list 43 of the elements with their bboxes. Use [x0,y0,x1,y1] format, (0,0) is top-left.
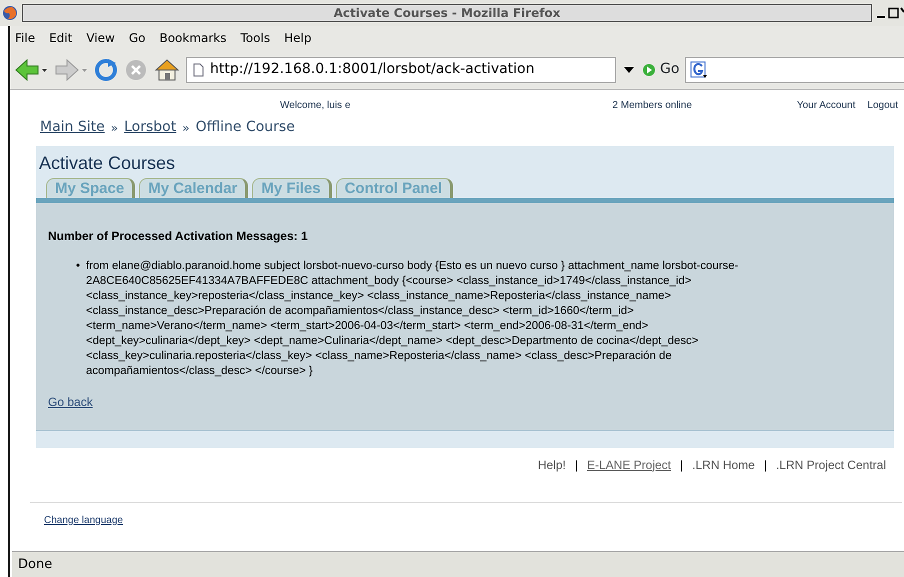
window-controls-icon[interactable] [876,7,904,19]
menu-item[interactable]: Bookmarks [154,29,232,47]
header-link[interactable]: Your Account [796,98,856,113]
footer-separator: | [680,456,684,474]
footer-link[interactable]: Help! [538,456,566,474]
header-link[interactable]: Logout [867,98,898,113]
footer-separator: | [574,456,578,474]
breadcrumb-link[interactable]: Main Site [40,117,105,138]
footer-link[interactable]: E-LANE Project [586,456,672,474]
go-icon [642,62,656,76]
menu-item[interactable]: Edit [44,29,78,47]
go-button[interactable]: Go [642,59,680,80]
browser-logo-icon [2,5,18,21]
search-field[interactable] [685,56,904,82]
messages-heading: Number of Processed Activation Messages: 1 [48,228,309,245]
breadcrumb-separator: » [110,120,118,136]
menu-item[interactable]: View [81,29,120,47]
search-engine-icon [690,60,708,78]
reload-icon[interactable] [94,58,118,82]
menu-item[interactable]: Go [124,29,150,47]
home-icon[interactable] [154,58,180,82]
members-online-text: 2 Members online [612,99,692,113]
welcome-text: Welcome, luis e [280,99,350,113]
forward-icon[interactable] [54,58,88,82]
page-title: Activate Courses [38,152,176,175]
page-icon [193,62,204,76]
address-field[interactable]: http://192.168.0.1:8001/lorsbot/ack-activation [186,56,616,82]
message-item: from elane@diablo.paranoid.home subject lorsbot-nuevo-curso body {Esto es un nuevo curso } attachment_name lorsbot-course-2A8CE640C85625EF41334A7BAFFEDE8C attachment_body {<course> <class_instance_id>1749</class_instance_id> <class_instance_key>reposteria</class_instance_key> <class_instance_name>Reposteria</class_instance_name> <class_instance_desc>Preparación de acompañamientos</class_instance_desc> <term_id>1660</term_id> <term_name>Verano</term_name> <term_start>2006-04-03</term_start> <term_end>2006-08-31</term_end> <dept_key>culinaria</dept_key> <dept_name>Culinaria</dept_name> <dept_desc>Departmento de cocina</dept_desc> <class_key>culinaria.reposteria</class_key> <class_name>Reposteria</class_name> <class_desc>Preparación de acompañamientos</class_desc> </course> } [86,259,740,379]
breadcrumb-separator: » [182,120,190,136]
go-back-link[interactable]: Go back [48,393,93,411]
window-title: Activate Courses - Mozilla Firefox [22,4,872,22]
breadcrumb-current: Offline Course [196,118,295,137]
menu-item[interactable]: Tools [236,29,276,47]
bullet: • [76,259,80,274]
footer-link[interactable]: .LRN Project Central [776,456,886,474]
back-icon[interactable] [14,58,48,82]
menu-item[interactable]: File [10,29,40,47]
footer-link[interactable]: .LRN Home [692,456,755,474]
change-language-link[interactable]: Change language [44,514,123,526]
menu-item[interactable]: Help [279,29,316,47]
breadcrumb-link[interactable]: Lorsbot [124,117,176,138]
footer-separator: | [764,456,767,474]
status-bar: Done [12,551,904,577]
